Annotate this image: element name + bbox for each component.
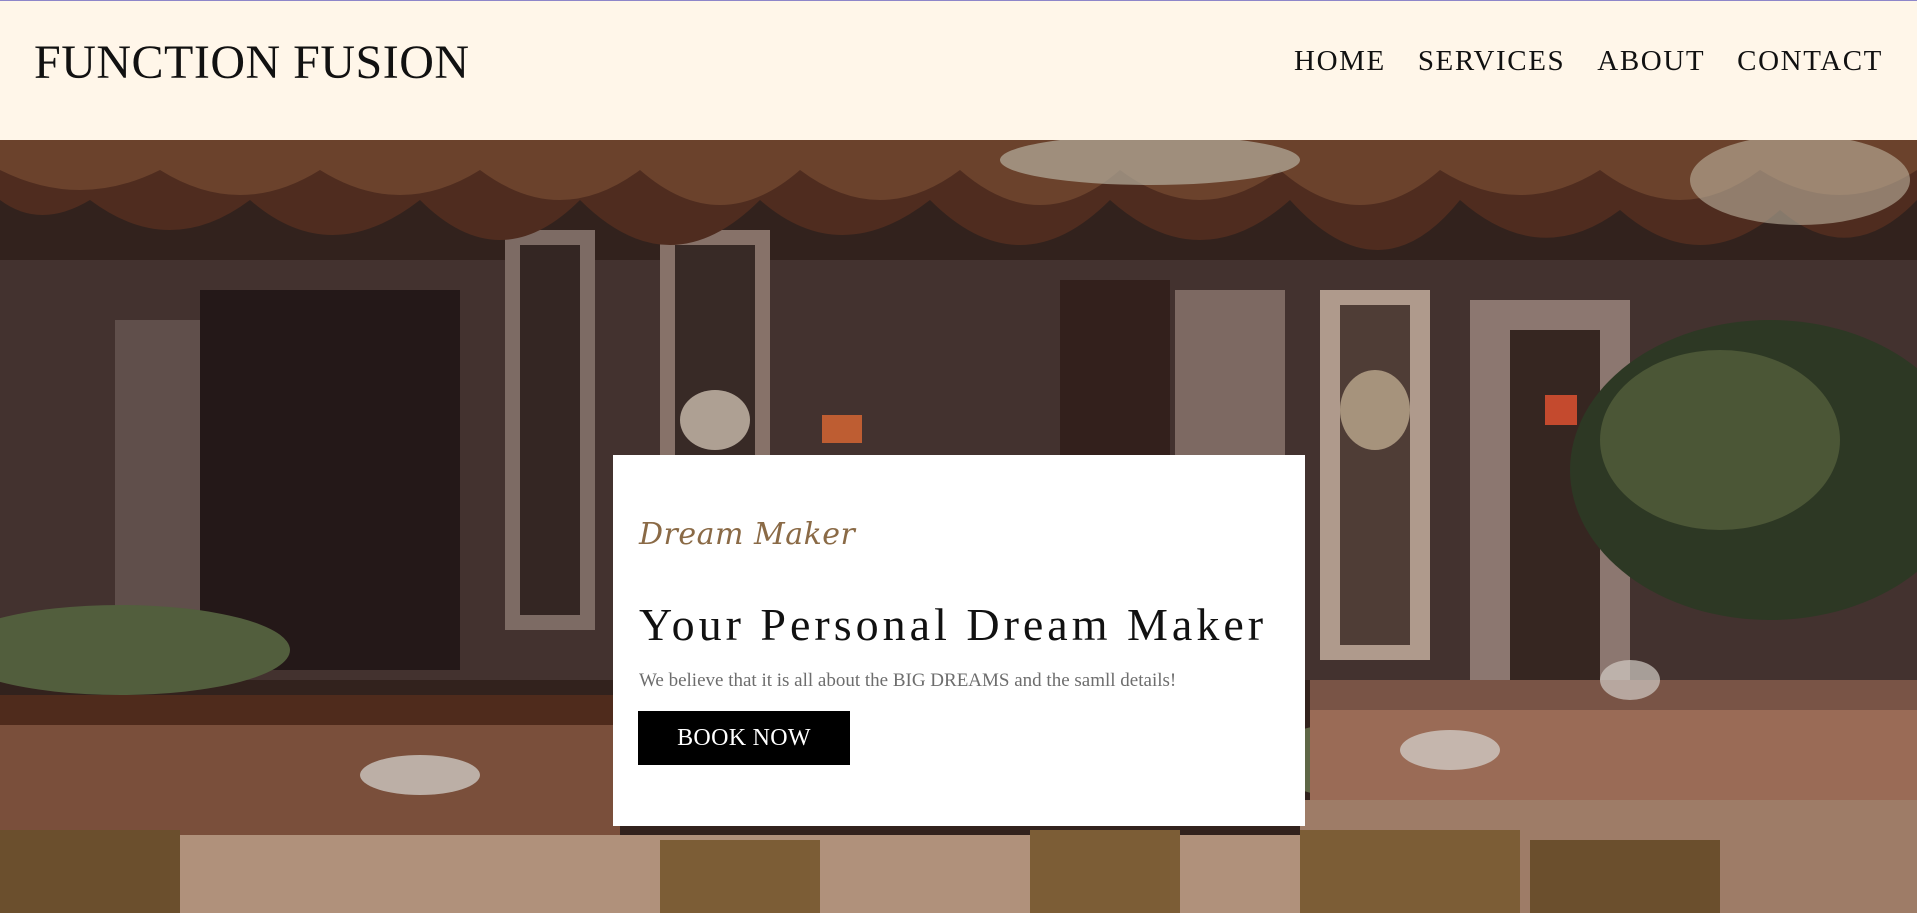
site-header: FUNCTION FUSION HOME SERVICES ABOUT CONT… — [0, 1, 1917, 140]
book-now-button[interactable]: BOOK NOW — [638, 711, 850, 765]
nav-about[interactable]: ABOUT — [1597, 41, 1705, 81]
nav-home[interactable]: HOME — [1294, 41, 1386, 81]
nav-services[interactable]: SERVICES — [1418, 41, 1565, 81]
hero-subtitle: We believe that it is all about the BIG … — [639, 670, 1177, 691]
main-nav: HOME SERVICES ABOUT CONTACT — [1294, 41, 1883, 81]
hero-title: Your Personal Dream Maker — [639, 599, 1268, 650]
hero-tagline: Dream Maker — [639, 517, 856, 552]
hero-banner: Dream Maker Your Personal Dream Maker We… — [0, 140, 1917, 913]
nav-contact[interactable]: CONTACT — [1737, 41, 1883, 81]
brand-logo[interactable]: FUNCTION FUSION — [34, 35, 470, 91]
hero-card: Dream Maker Your Personal Dream Maker We… — [613, 455, 1305, 826]
